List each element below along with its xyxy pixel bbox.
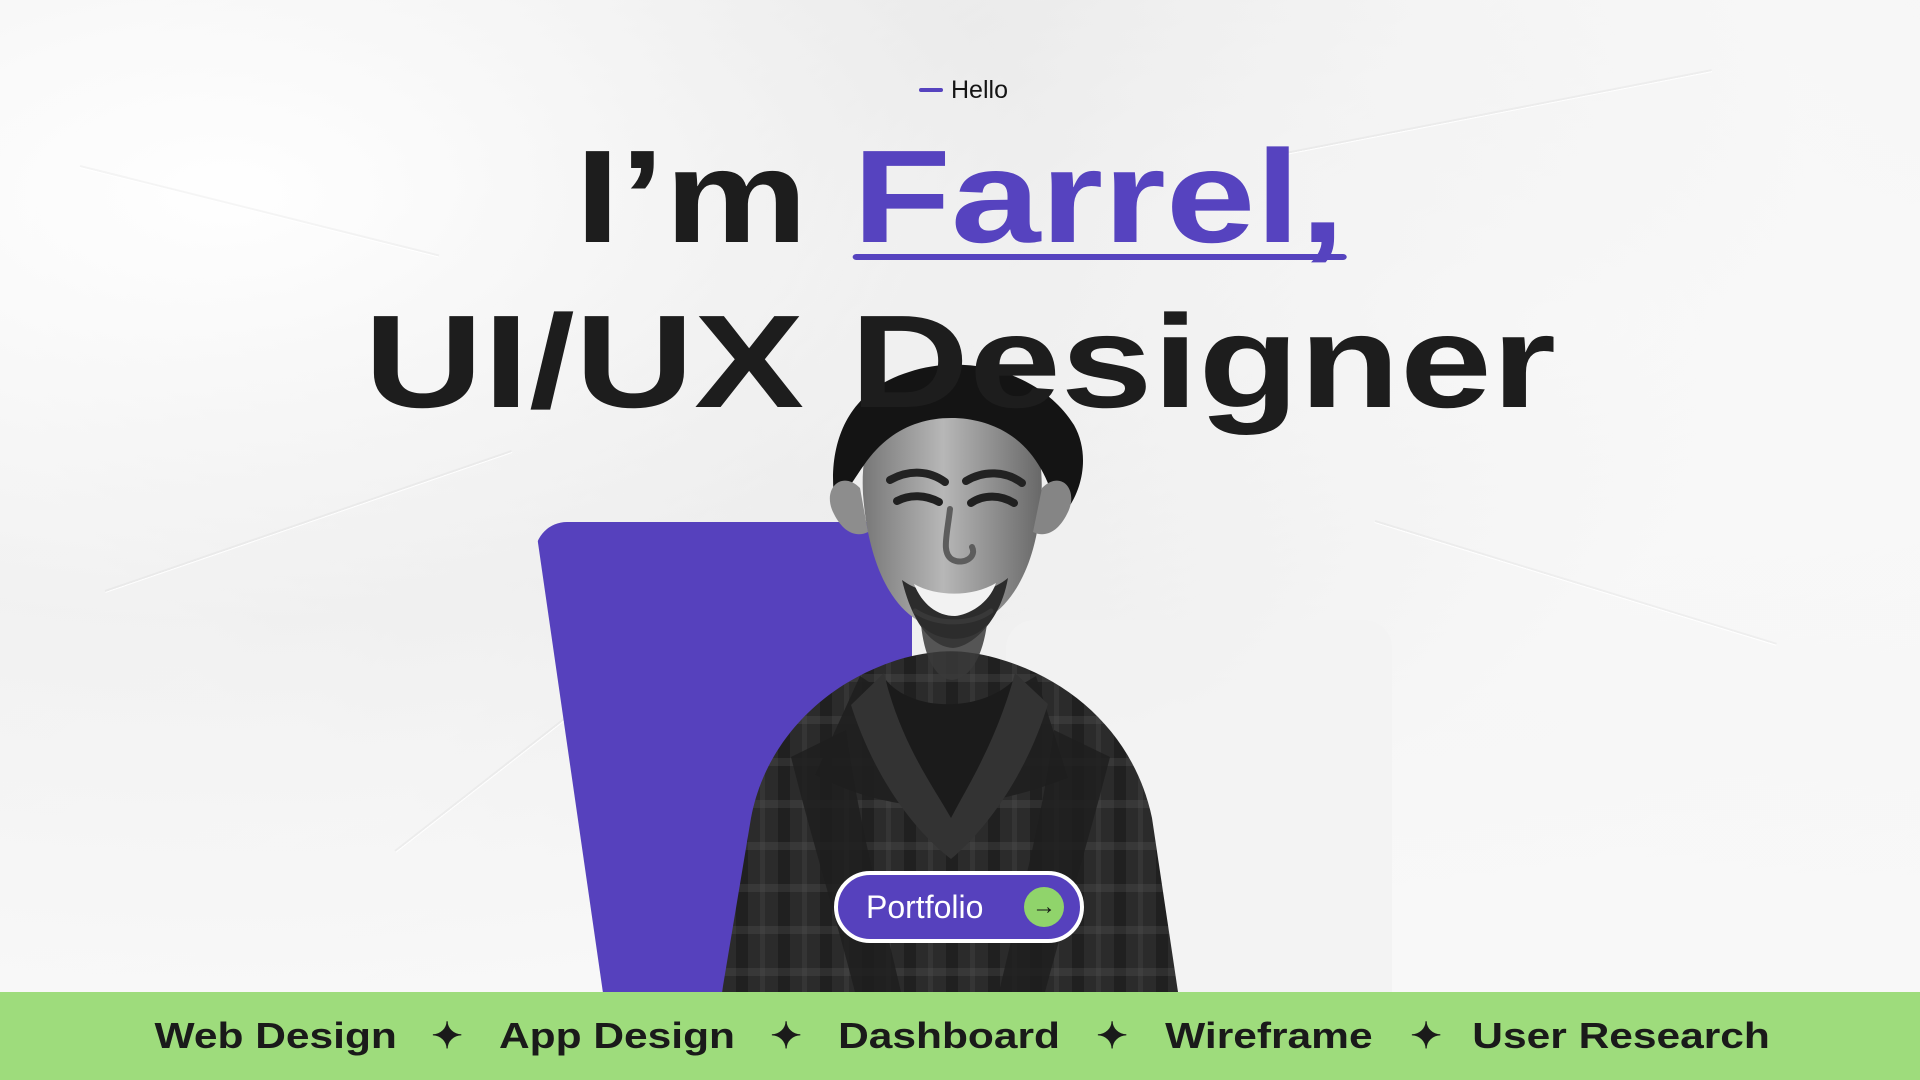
name-underline	[852, 254, 1348, 260]
skill-app-design: App Design	[498, 1015, 735, 1056]
four-point-star-icon: ✦	[431, 1015, 464, 1056]
paper-crease	[105, 450, 512, 592]
portfolio-button-label: Portfolio	[866, 889, 984, 925]
skill-user-research: User Research	[1472, 1015, 1770, 1056]
arrow-right-icon: →	[1024, 887, 1064, 927]
paper-crease	[394, 709, 576, 852]
skill-wireframe: Wireframe	[1165, 1015, 1373, 1056]
hero-role-title: UI/UX Designer	[364, 288, 1556, 435]
hero-name-highlight: Farrel,	[852, 127, 1348, 267]
four-point-star-icon: ✦	[1409, 1015, 1442, 1056]
eyebrow-dash-icon	[919, 88, 943, 92]
portfolio-button[interactable]: Portfolio →	[834, 871, 1084, 943]
skill-web-design: Web Design	[154, 1015, 397, 1056]
four-point-star-icon: ✦	[769, 1015, 802, 1056]
paper-crease	[1375, 520, 1777, 645]
hero-name: Farrel,	[852, 123, 1345, 270]
skills-ticker: Web Design ✦ App Design ✦ Dashboard ✦ Wi…	[0, 992, 1920, 1080]
skill-dashboard: Dashboard	[837, 1015, 1060, 1056]
hero-headline-name-line: I’m Farrel,	[0, 127, 1920, 267]
eyebrow-label: Hello	[951, 75, 1008, 104]
four-point-star-icon: ✦	[1095, 1015, 1128, 1056]
portfolio-hero-page: Hello I’m Farrel, UI/UX Designer Portfol…	[0, 0, 1920, 1080]
hero-intro: I’m	[575, 123, 853, 270]
hero-eyebrow: Hello	[919, 76, 1008, 104]
